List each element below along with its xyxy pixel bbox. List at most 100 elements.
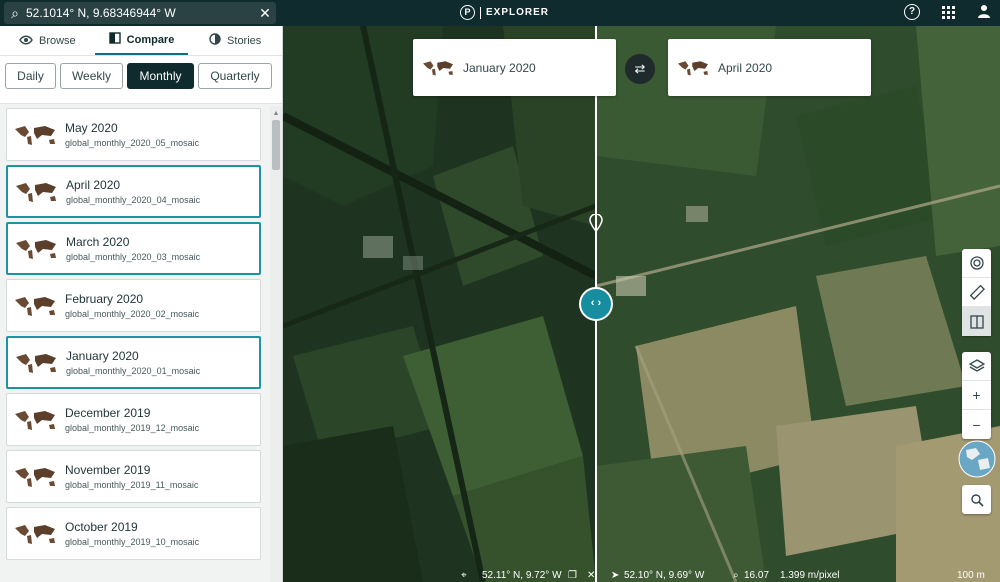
globe-icon[interactable] [958, 440, 996, 478]
world-map-thumbnail [13, 408, 57, 432]
search-input[interactable]: 52.1014° N, 9.68346944° W [26, 6, 254, 20]
world-map-thumbnail [13, 123, 57, 147]
period-selector: Daily Weekly Monthly Quarterly [0, 56, 282, 96]
status-bar: ⌖ 52.11° N, 9.72° W ❐ ✕ ➤ 52.10° N, 9.69… [283, 570, 1000, 582]
top-bar: ⌕ 52.1014° N, 9.68346944° W ✕ P EXPLORER… [0, 0, 1000, 26]
zoom-out-icon[interactable]: − [962, 410, 991, 439]
mosaic-list-item[interactable]: February 2020 global_monthly_2020_02_mosa… [6, 279, 261, 332]
stories-icon [209, 33, 221, 48]
mosaic-subtitle: global_monthly_2019_10_mosaic [65, 537, 200, 547]
zoom-in-icon[interactable]: + [962, 381, 991, 410]
resolution: 1.399 m/pixel [780, 570, 840, 581]
world-map-thumbnail [14, 351, 58, 375]
mosaic-list: May 2020 global_monthly_2020_05_mosaic Apr… [0, 106, 270, 582]
world-map-thumbnail [13, 522, 57, 546]
mosaic-list-item[interactable]: December 2019 global_monthly_2019_12_mosa… [6, 393, 261, 446]
compare-slider-handle[interactable]: ‹ › [579, 287, 613, 321]
mosaic-text: December 2019 global_monthly_2019_12_mosa… [65, 406, 199, 433]
zoom-search-icon[interactable] [962, 485, 991, 514]
map-pin-icon [589, 214, 603, 232]
scrollbar[interactable]: ▲ [270, 106, 282, 582]
satellite-image-right [596, 26, 1000, 582]
compare-right-label: April 2020 [718, 60, 773, 75]
tab-stories[interactable]: Stories [188, 26, 282, 55]
map-view[interactable]: ‹ › January 2020 ⇄ April 2020 + − ⌖ 52.1… [283, 26, 1000, 582]
divider [0, 96, 282, 104]
ruler-icon[interactable] [962, 278, 991, 307]
world-map-thumbnail [676, 59, 710, 77]
compare-left-date[interactable]: January 2020 [413, 39, 616, 96]
satellite-image-left [283, 26, 596, 582]
right-coordinates: 52.10° N, 9.69° W [624, 570, 705, 581]
mosaic-list-item[interactable]: November 2019 global_monthly_2019_11_mosa… [6, 450, 261, 503]
help-icon[interactable]: ? [904, 4, 920, 20]
period-weekly-button[interactable]: Weekly [60, 63, 123, 89]
period-quarterly-button[interactable]: Quarterly [198, 63, 272, 89]
copy-icon[interactable]: ❐ [568, 570, 577, 581]
period-daily-button[interactable]: Daily [5, 63, 56, 89]
mosaic-subtitle: global_monthly_2019_11_mosaic [65, 480, 199, 490]
compare-left-label: January 2020 [463, 60, 536, 75]
mosaic-title: December 2019 [65, 406, 151, 420]
mosaic-text: April 2020 global_monthly_2020_04_mosaic [66, 178, 200, 205]
world-map-thumbnail [13, 294, 57, 318]
layers-icon[interactable] [962, 352, 991, 381]
world-map-thumbnail [14, 237, 58, 261]
tab-stories-label: Stories [227, 34, 262, 47]
left-coordinates: 52.11° N, 9.72° W [482, 570, 562, 581]
mosaic-title: October 2019 [65, 520, 138, 534]
mosaic-list-item[interactable]: May 2020 global_monthly_2020_05_mosaic [6, 108, 261, 161]
user-icon[interactable] [976, 4, 992, 20]
mosaic-list-item[interactable]: April 2020 global_monthly_2020_04_mosaic [6, 165, 261, 218]
mosaic-title: April 2020 [66, 178, 121, 192]
mosaic-list-item[interactable]: October 2019 global_monthly_2019_10_mosai… [6, 507, 261, 560]
zoom-level-icon: ⌕ [733, 570, 739, 581]
scale-bar: 100 m [957, 570, 985, 581]
tab-compare[interactable]: Compare [94, 26, 189, 55]
brand-name: EXPLORER [486, 7, 550, 18]
search-icon: ⌕ [11, 4, 19, 21]
period-monthly-button[interactable]: Monthly [127, 63, 194, 89]
close-icon[interactable]: ✕ [254, 5, 276, 22]
navigation-icon: ➤ [611, 570, 620, 581]
scroll-up-icon[interactable]: ▲ [270, 110, 282, 117]
eye-icon [19, 34, 33, 48]
location-icon: ⌖ [461, 570, 467, 581]
mosaic-subtitle: global_monthly_2020_05_mosaic [65, 138, 200, 148]
mosaic-subtitle: global_monthly_2020_03_mosaic [66, 252, 201, 262]
zoom-level: 16.07 [744, 570, 770, 581]
close-icon[interactable]: ✕ [587, 570, 595, 581]
mosaic-list-item[interactable]: January 2020 global_monthly_2020_01_mosai… [6, 336, 261, 389]
brand: P EXPLORER [460, 5, 549, 20]
world-map-thumbnail [13, 465, 57, 489]
swap-arrows-icon[interactable]: ⇄ [625, 54, 655, 84]
map-tools-group-3 [962, 485, 991, 514]
analysis-icon[interactable] [962, 249, 991, 278]
mosaic-text: October 2019 global_monthly_2019_10_mosai… [65, 520, 199, 547]
tab-compare-label: Compare [126, 33, 175, 46]
mosaic-subtitle: global_monthly_2019_12_mosaic [65, 423, 200, 433]
tab-browse[interactable]: Browse [0, 26, 95, 55]
compare-icon [108, 32, 121, 47]
mosaic-text: January 2020 global_monthly_2020_01_mosai… [66, 349, 200, 376]
sidebar-tabs: Browse Compare Stories [0, 26, 282, 56]
world-map-thumbnail [14, 180, 58, 204]
scroll-thumb[interactable] [272, 120, 280, 170]
brand-separator [480, 6, 481, 19]
top-icons: ? [904, 4, 992, 20]
mosaic-subtitle: global_monthly_2020_04_mosaic [66, 195, 201, 205]
compare-split-icon[interactable] [962, 307, 991, 336]
planet-logo: P [460, 5, 475, 20]
mosaic-list-item[interactable]: March 2020 global_monthly_2020_03_mosaic [6, 222, 261, 275]
mosaic-text: March 2020 global_monthly_2020_03_mosaic [66, 235, 200, 262]
mosaic-title: February 2020 [65, 292, 144, 306]
world-map-thumbnail [421, 59, 455, 77]
mosaic-text: November 2019 global_monthly_2019_11_mosa… [65, 463, 198, 490]
search-box[interactable]: ⌕ 52.1014° N, 9.68346944° W ✕ [4, 2, 276, 24]
map-tools-group-2: + − [962, 352, 991, 439]
apps-grid-icon[interactable] [940, 4, 956, 20]
mosaic-title: January 2020 [66, 349, 139, 363]
compare-right-date[interactable]: April 2020 [668, 39, 871, 96]
mosaic-text: February 2020 global_monthly_2020_02_mosa… [65, 292, 199, 319]
mosaic-title: May 2020 [65, 121, 118, 135]
